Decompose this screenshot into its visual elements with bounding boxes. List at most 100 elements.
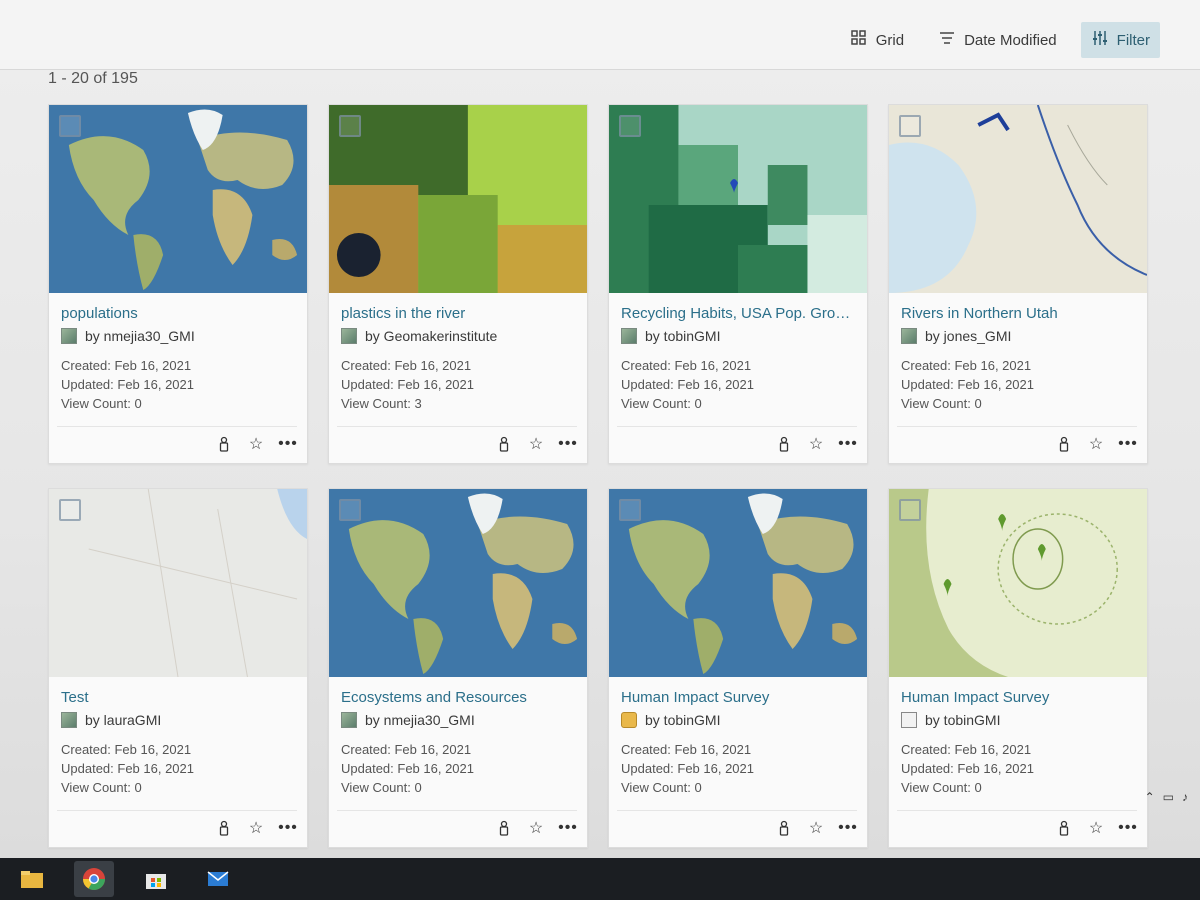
item-updated: Updated: Feb 16, 2021 [61, 377, 194, 392]
screen: Grid Date Modified Filter 1 - 20 of 195 … [0, 0, 1200, 860]
file-explorer-icon[interactable] [12, 861, 52, 897]
item-title[interactable]: plastics in the river [341, 305, 577, 322]
item-info: plastics in the river by Geomakerinstitut… [329, 293, 587, 413]
sort-icon [938, 29, 956, 51]
item-info: Human Impact Survey by tobinGMI Created: F… [609, 677, 867, 797]
item-view-count: View Count: 0 [621, 780, 702, 795]
item-thumbnail[interactable] [49, 105, 307, 293]
more-icon[interactable]: ••• [278, 819, 297, 837]
item-view-count: View Count: 0 [901, 780, 982, 795]
item-updated: Updated: Feb 16, 2021 [61, 761, 194, 776]
item-title[interactable]: Rivers in Northern Utah [901, 305, 1137, 322]
web-map-type-icon [61, 328, 77, 344]
item-updated: Updated: Feb 16, 2021 [901, 377, 1034, 392]
star-icon[interactable]: ☆ [1087, 435, 1105, 453]
more-icon[interactable]: ••• [558, 819, 577, 837]
item-title[interactable]: Ecosystems and Resources [341, 689, 577, 706]
item-created: Created: Feb 16, 2021 [901, 742, 1032, 757]
select-checkbox[interactable] [339, 499, 361, 521]
item-actions: ☆ ••• [57, 426, 297, 453]
chrome-icon[interactable] [74, 861, 114, 897]
item-owner[interactable]: by nmejia30_GMI [365, 712, 475, 728]
select-checkbox[interactable] [619, 115, 641, 137]
select-checkbox[interactable] [619, 499, 641, 521]
item-owner[interactable]: by jones_GMI [925, 328, 1011, 344]
grid-view-label: Grid [875, 31, 905, 49]
item-owner-row: by Geomakerinstitute [341, 328, 577, 344]
filter-label: Filter [1116, 31, 1150, 49]
item-owner[interactable]: by tobinGMI [645, 328, 720, 344]
share-icon[interactable] [1055, 819, 1073, 837]
select-checkbox[interactable] [59, 115, 81, 137]
item-owner[interactable]: by lauraGMI [85, 712, 161, 728]
item-card[interactable]: plastics in the river by Geomakerinstitut… [328, 104, 588, 464]
share-icon[interactable] [215, 435, 233, 453]
item-card[interactable]: Human Impact Survey by tobinGMI Created: F… [888, 488, 1148, 848]
mail-icon[interactable] [198, 861, 238, 897]
item-card[interactable]: Test by lauraGMI Created: Feb 16, 2021 Upda… [48, 488, 308, 848]
star-icon[interactable]: ☆ [527, 435, 545, 453]
item-info: Rivers in Northern Utah by jones_GMI Creat… [889, 293, 1147, 413]
item-thumbnail[interactable] [889, 105, 1147, 293]
item-view-count: View Count: 0 [901, 396, 982, 411]
share-icon[interactable] [775, 435, 793, 453]
star-icon[interactable]: ☆ [247, 435, 265, 453]
more-icon[interactable]: ••• [558, 435, 577, 453]
item-owner[interactable]: by tobinGMI [925, 712, 1000, 728]
grid-view-button[interactable]: Grid [840, 22, 914, 58]
select-checkbox[interactable] [339, 115, 361, 137]
item-title[interactable]: populations [61, 305, 297, 322]
item-title[interactable]: Recycling Habits, USA Pop. Grow... [621, 305, 857, 322]
star-icon[interactable]: ☆ [247, 819, 265, 837]
volume-icon[interactable]: ♪ [1182, 790, 1188, 804]
star-icon[interactable]: ☆ [807, 819, 825, 837]
share-icon[interactable] [1055, 435, 1073, 453]
share-icon[interactable] [495, 819, 513, 837]
star-icon[interactable]: ☆ [527, 819, 545, 837]
more-icon[interactable]: ••• [1118, 819, 1137, 837]
more-icon[interactable]: ••• [278, 435, 297, 453]
item-owner[interactable]: by nmejia30_GMI [85, 328, 195, 344]
network-icon[interactable]: ▭ [1163, 790, 1174, 804]
store-icon[interactable] [136, 861, 176, 897]
star-icon[interactable]: ☆ [1087, 819, 1105, 837]
item-title[interactable]: Human Impact Survey [901, 689, 1137, 706]
filter-button[interactable]: Filter [1080, 22, 1160, 58]
share-icon[interactable] [495, 435, 513, 453]
item-card[interactable]: Recycling Habits, USA Pop. Grow... by tob… [608, 104, 868, 464]
sort-button[interactable]: Date Modified [928, 22, 1067, 58]
star-icon[interactable]: ☆ [807, 435, 825, 453]
item-thumbnail[interactable] [889, 489, 1147, 677]
item-thumbnail[interactable] [609, 489, 867, 677]
web-map-type-icon [341, 328, 357, 344]
item-card[interactable]: Ecosystems and Resources by nmejia30_GMI C… [328, 488, 588, 848]
share-icon[interactable] [215, 819, 233, 837]
item-title[interactable]: Test [61, 689, 297, 706]
select-checkbox[interactable] [899, 115, 921, 137]
item-card[interactable]: populations by nmejia30_GMI Created: Feb 1… [48, 104, 308, 464]
more-icon[interactable]: ••• [838, 435, 857, 453]
item-thumbnail[interactable] [329, 489, 587, 677]
item-owner[interactable]: by tobinGMI [645, 712, 720, 728]
more-icon[interactable]: ••• [838, 819, 857, 837]
item-card[interactable]: Human Impact Survey by tobinGMI Created: F… [608, 488, 868, 848]
chevron-up-icon[interactable]: ⌃ [1145, 790, 1155, 804]
item-thumbnail[interactable] [329, 105, 587, 293]
item-thumbnail[interactable] [609, 105, 867, 293]
item-view-count: View Count: 0 [621, 396, 702, 411]
web-map-type-icon [61, 712, 77, 728]
more-icon[interactable]: ••• [1118, 435, 1137, 453]
item-owner[interactable]: by Geomakerinstitute [365, 328, 497, 344]
item-actions: ☆ ••• [897, 810, 1137, 837]
select-checkbox[interactable] [59, 499, 81, 521]
item-card[interactable]: Rivers in Northern Utah by jones_GMI Creat… [888, 104, 1148, 464]
filter-icon [1091, 29, 1109, 51]
item-title[interactable]: Human Impact Survey [621, 689, 857, 706]
select-checkbox[interactable] [899, 499, 921, 521]
item-thumbnail[interactable] [49, 489, 307, 677]
item-updated: Updated: Feb 16, 2021 [901, 761, 1034, 776]
item-updated: Updated: Feb 16, 2021 [341, 377, 474, 392]
share-icon[interactable] [775, 819, 793, 837]
item-owner-row: by nmejia30_GMI [61, 328, 297, 344]
item-created: Created: Feb 16, 2021 [61, 358, 192, 373]
